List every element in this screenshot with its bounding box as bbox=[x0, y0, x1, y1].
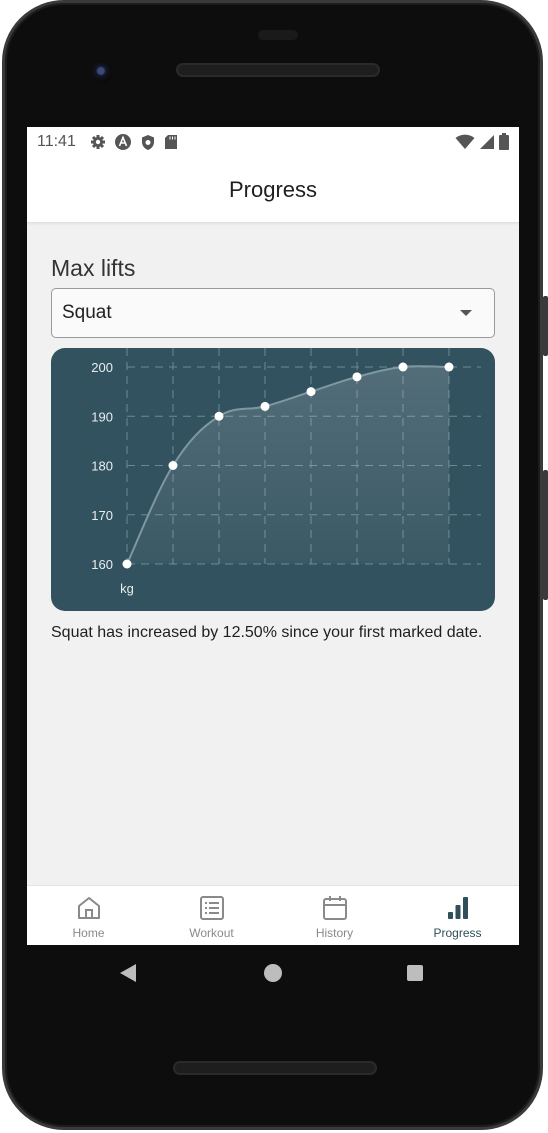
y-tick-label: 160 bbox=[91, 557, 113, 572]
nav-item-workout[interactable]: Workout bbox=[150, 886, 273, 945]
chart-data-point bbox=[168, 461, 178, 470]
y-axis-unit-label: kg bbox=[120, 581, 134, 596]
section-title: Max lifts bbox=[51, 255, 136, 281]
top-slot bbox=[258, 30, 298, 40]
volume-button bbox=[543, 296, 548, 356]
y-tick-label: 170 bbox=[91, 508, 113, 523]
bar-chart-icon bbox=[447, 897, 468, 919]
recent-apps-icon[interactable] bbox=[407, 965, 423, 981]
y-tick-label: 180 bbox=[91, 459, 113, 474]
back-icon[interactable] bbox=[120, 964, 136, 982]
home-icon bbox=[77, 897, 100, 919]
calendar-icon bbox=[322, 896, 347, 920]
bottom-speaker bbox=[173, 1061, 377, 1075]
app-screen: 11:41 Progress Max lifts Squat 200 190 1… bbox=[27, 127, 519, 945]
nav-label-workout: Workout bbox=[189, 926, 234, 940]
chart-data-point bbox=[122, 559, 132, 569]
gear-icon bbox=[90, 135, 105, 149]
chart-data-point bbox=[260, 401, 270, 411]
page-title: Progress bbox=[228, 176, 318, 202]
chart-data-point bbox=[444, 362, 454, 372]
chart-data-point bbox=[352, 372, 362, 382]
progress-summary: Squat has increased by 12.50% since your… bbox=[51, 624, 483, 641]
chart-data-point bbox=[214, 411, 224, 421]
nav-item-progress[interactable]: Progress bbox=[396, 886, 519, 945]
y-tick-label: 190 bbox=[91, 409, 113, 424]
nav-label-home: Home bbox=[72, 926, 105, 940]
home-circle-icon[interactable] bbox=[264, 964, 282, 982]
dropdown-arrow-icon bbox=[460, 310, 472, 316]
nav-label-history: History bbox=[315, 926, 354, 940]
exercise-select-value: Squat bbox=[62, 302, 112, 323]
list-icon bbox=[199, 896, 224, 920]
status-bar: 11:41 bbox=[27, 127, 519, 157]
power-button bbox=[543, 470, 548, 600]
app-bar: Progress bbox=[27, 157, 519, 223]
signal-icon bbox=[480, 134, 494, 149]
nav-label-progress: Progress bbox=[433, 926, 482, 940]
chart-data-point bbox=[306, 387, 316, 397]
y-tick-label: 200 bbox=[91, 360, 113, 375]
earpiece-speaker bbox=[176, 63, 380, 77]
wifi-icon bbox=[455, 134, 475, 149]
system-navigation-bar bbox=[27, 945, 519, 1001]
front-camera bbox=[91, 61, 113, 83]
app-a-icon bbox=[114, 134, 131, 150]
chart-data-point bbox=[398, 362, 408, 372]
exercise-select[interactable]: Squat bbox=[51, 288, 495, 338]
bottom-navigation: Home Workout History Progress bbox=[27, 885, 519, 945]
nav-item-home[interactable]: Home bbox=[27, 886, 150, 945]
chart-svg: 200 190 180 170 160 kg bbox=[91, 348, 481, 596]
max-lift-chart: 200 190 180 170 160 kg bbox=[51, 348, 495, 611]
sd-card-icon bbox=[164, 135, 177, 149]
nav-item-history[interactable]: History bbox=[273, 886, 396, 945]
battery-icon bbox=[499, 133, 509, 150]
shield-icon bbox=[141, 134, 154, 150]
status-time: 11:41 bbox=[37, 133, 76, 150]
